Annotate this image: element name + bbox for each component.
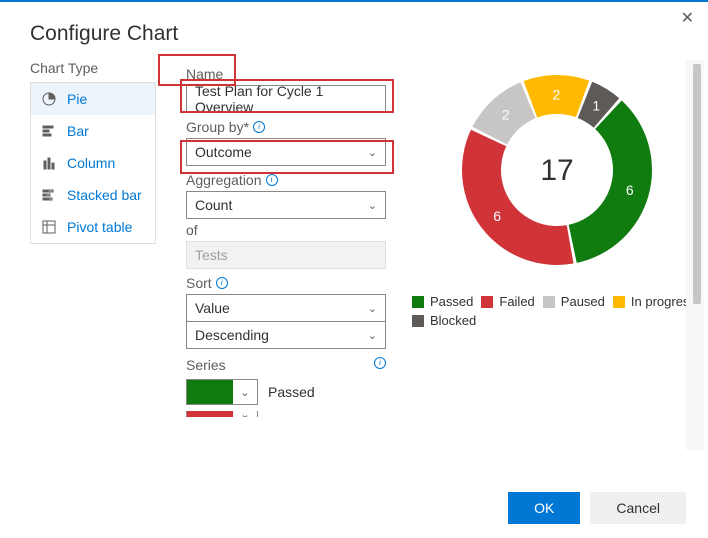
chevron-down-icon: ⌄ (233, 411, 257, 417)
series-name: Passed (268, 384, 315, 400)
chart-type-stackedbar[interactable]: Stacked bar (31, 179, 155, 211)
chart-type-label: Column (67, 155, 115, 171)
scrollbar-thumb[interactable] (693, 64, 701, 304)
legend-item: Blocked (412, 313, 476, 328)
dialog-title: Configure Chart (0, 2, 708, 60)
groupby-label: Group by* (186, 119, 394, 135)
groupby-select[interactable]: Outcome⌄ (186, 138, 386, 166)
chart-type-list: Pie Bar Column Stacked bar Pivot table (30, 82, 156, 244)
series-label: Series (186, 357, 226, 373)
scrollbar[interactable] (686, 60, 704, 450)
legend-item: Failed (481, 294, 534, 309)
ok-button[interactable]: OK (508, 492, 580, 524)
chart-type-pivot[interactable]: Pivot table (31, 211, 155, 243)
legend-label: Paused (561, 294, 605, 309)
donut-slice (569, 100, 652, 262)
color-swatch (187, 411, 233, 417)
sort-direction-select[interactable]: Descending⌄ (186, 321, 386, 349)
chart-type-label: Chart Type (30, 60, 156, 76)
chart-type-panel: Chart Type Pie Bar Column Stacked bar Pivot … (30, 60, 156, 450)
close-icon[interactable]: ✕ (681, 8, 694, 28)
chevron-down-icon: ⌄ (368, 146, 377, 159)
configure-chart-dialog: ✕ Configure Chart Chart Type Pie Bar Colum… (0, 0, 708, 538)
legend-label: Blocked (430, 313, 476, 328)
legend-swatch (543, 296, 555, 308)
legend-item: Passed (412, 294, 473, 309)
legend-swatch (613, 296, 625, 308)
legend-swatch (412, 296, 424, 308)
chart-type-label: Bar (67, 123, 89, 139)
legend-item: In progress (613, 294, 696, 309)
chart-type-label: Pivot table (67, 219, 132, 235)
donut-chart: 6 6 2 2 1 17 (447, 60, 667, 280)
slice-value: 6 (493, 208, 501, 224)
aggregation-select[interactable]: Count⌄ (186, 191, 386, 219)
of-label: of (186, 222, 394, 238)
pie-icon (41, 91, 57, 107)
chart-type-pie[interactable]: Pie (31, 83, 155, 115)
chevron-down-icon: ⌄ (233, 386, 257, 399)
legend-label: Passed (430, 294, 473, 309)
color-swatch (187, 380, 233, 404)
info-icon[interactable] (253, 121, 265, 133)
chart-type-column[interactable]: Column (31, 147, 155, 179)
chart-legend: Passed Failed Paused In progress Blocked (412, 294, 702, 328)
legend-swatch (481, 296, 493, 308)
bar-icon (41, 123, 57, 139)
legend-swatch (412, 315, 424, 327)
donut-total: 17 (540, 154, 573, 187)
chart-type-bar[interactable]: Bar (31, 115, 155, 147)
series-color-picker[interactable]: ⌄ (186, 379, 258, 405)
chart-type-label: Pie (67, 91, 87, 107)
aggregation-label: Aggregation (186, 172, 394, 188)
info-icon[interactable] (216, 277, 228, 289)
series-row: ⌄ (186, 411, 394, 417)
slice-value: 1 (592, 98, 600, 114)
chevron-down-icon: ⌄ (368, 329, 377, 342)
preview-panel: 6 6 2 2 1 17 Passed Failed Paused In progress Blo… (394, 60, 702, 450)
stackedbar-icon (41, 187, 57, 203)
series-color-picker[interactable]: ⌄ (186, 411, 258, 417)
form-panel: Name Test Plan for Cycle 1 Overview Grou… (186, 60, 394, 450)
donut-slice (462, 130, 574, 265)
name-label: Name (186, 66, 394, 82)
series-row: ⌄ Passed (186, 379, 394, 405)
column-icon (41, 155, 57, 171)
slice-value: 2 (502, 107, 510, 123)
slice-value: 2 (553, 87, 561, 103)
name-input[interactable]: Test Plan for Cycle 1 Overview (186, 85, 386, 113)
sort-label: Sort (186, 275, 394, 291)
cancel-button[interactable]: Cancel (590, 492, 686, 524)
slice-value: 6 (626, 182, 634, 198)
legend-label: Failed (499, 294, 534, 309)
info-icon[interactable] (266, 174, 278, 186)
sort-select[interactable]: Value⌄ (186, 294, 386, 322)
of-input: Tests (186, 241, 386, 269)
pivot-icon (41, 219, 57, 235)
chevron-down-icon: ⌄ (368, 199, 377, 212)
info-icon[interactable] (374, 357, 386, 369)
chart-type-label: Stacked bar (67, 187, 142, 203)
dialog-footer: OK Cancel (508, 492, 686, 524)
chevron-down-icon: ⌄ (368, 302, 377, 315)
legend-item: Paused (543, 294, 605, 309)
